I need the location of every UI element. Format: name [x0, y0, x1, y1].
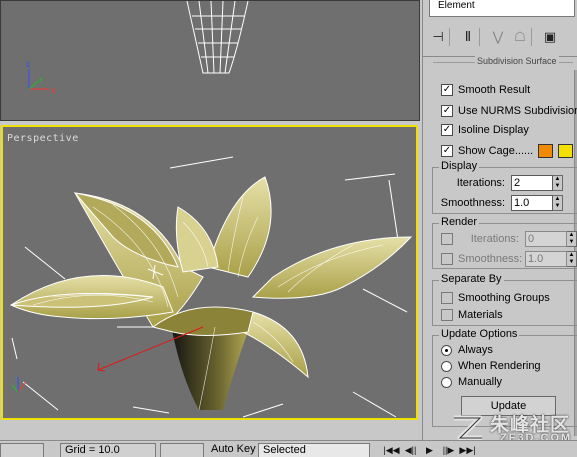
- render-group: Render Iterations: 0 ▲ ▼ Smoothness: 1.0 …: [432, 216, 577, 269]
- svg-text:y: y: [39, 75, 43, 83]
- checkbox[interactable]: [441, 309, 453, 321]
- top-viewport[interactable]: x z y: [0, 0, 420, 121]
- group-title: Display: [439, 160, 480, 172]
- next-frame-icon[interactable]: ||▶: [439, 444, 458, 457]
- materials-checkbox[interactable]: Materials: [441, 307, 503, 323]
- render-iterations-spinner[interactable]: Iterations: 0 ▲ ▼: [441, 231, 577, 247]
- spinner-field[interactable]: 2: [511, 175, 553, 191]
- remove-modifier-icon[interactable]: ☖: [509, 26, 531, 48]
- svg-text:z: z: [26, 60, 30, 69]
- manually-radio[interactable]: Manually: [441, 374, 502, 390]
- smooth-result-checkbox[interactable]: ✓ Smooth Result: [441, 82, 530, 98]
- render-iterations-checkbox[interactable]: [441, 233, 453, 245]
- group-title: Update Options: [439, 328, 520, 340]
- checkbox[interactable]: ✓: [441, 145, 453, 157]
- spinner-arrows[interactable]: ▲ ▼: [553, 195, 563, 211]
- status-bar: Grid = 10.0 Auto Key Selected |◀◀ ◀|| ▶ …: [0, 440, 577, 457]
- perspective-canvas: [9, 156, 413, 418]
- checkbox[interactable]: ✓: [441, 124, 453, 136]
- cage-color-swatch[interactable]: [538, 144, 554, 158]
- render-smoothness-spinner[interactable]: Smoothness: 1.0 ▲ ▼: [441, 251, 577, 267]
- key-filter-select[interactable]: Selected: [258, 443, 370, 457]
- display-group: Display Iterations: 2 ▲ ▼ Smoothness: 1.0…: [432, 160, 577, 214]
- spinner-field: 1.0: [525, 251, 567, 267]
- rollout-header[interactable]: Subdivision Surface: [433, 56, 573, 72]
- playback-controls: |◀◀ ◀|| ▶ ||▶ ▶▶|: [382, 444, 477, 457]
- modifier-stack-toolbar: ⊣ Ⅱ ⋁ ☖ ▣: [427, 25, 577, 49]
- max-window: x z y Perspective Element ⊣ Ⅱ ⋁ ☖ ▣ Subd…: [0, 0, 577, 457]
- checkbox[interactable]: ✓: [441, 84, 453, 96]
- list-item-element[interactable]: Element: [438, 0, 475, 11]
- make-unique-icon[interactable]: ⋁: [487, 26, 509, 48]
- go-to-start-icon[interactable]: |◀◀: [382, 444, 401, 457]
- spinner-arrows: ▲ ▼: [567, 251, 577, 267]
- sub-object-list[interactable]: Element: [429, 0, 575, 17]
- go-to-end-icon[interactable]: ▶▶|: [458, 444, 477, 457]
- use-nurms-checkbox[interactable]: ✓ Use NURMS Subdivision: [441, 103, 577, 119]
- configure-modifier-sets-icon[interactable]: ▣: [539, 26, 561, 48]
- toolbar-separator: [479, 28, 487, 46]
- show-end-result-icon[interactable]: Ⅱ: [457, 26, 479, 48]
- toolbar-separator: [449, 28, 457, 46]
- checkbox[interactable]: ✓: [441, 105, 453, 117]
- spinner-field[interactable]: 1.0: [511, 195, 553, 211]
- grid-readout: Grid = 10.0: [60, 443, 156, 457]
- when-rendering-radio[interactable]: When Rendering: [441, 358, 541, 374]
- group-title: Render: [439, 216, 480, 228]
- command-panel: Element ⊣ Ⅱ ⋁ ☖ ▣ Subdivision Surface ✓ …: [422, 0, 577, 440]
- radio-button[interactable]: [441, 344, 452, 356]
- play-icon[interactable]: ▶: [420, 444, 439, 457]
- radio-button[interactable]: [441, 360, 452, 372]
- cage-selection-color-swatch[interactable]: [558, 144, 574, 158]
- status-empty-field: [160, 443, 204, 457]
- spinner-arrows: ▲ ▼: [567, 231, 577, 247]
- spinner-field: 0: [525, 231, 567, 247]
- toolbar-separator: [531, 28, 539, 46]
- top-viewport-canvas: x z y: [26, 1, 249, 95]
- svg-text:x: x: [51, 86, 56, 95]
- previous-frame-icon[interactable]: ◀||: [401, 444, 420, 457]
- spinner-arrows[interactable]: ▲ ▼: [553, 175, 563, 191]
- perspective-viewport[interactable]: Perspective: [1, 125, 418, 420]
- always-radio[interactable]: Always: [441, 342, 493, 358]
- pin-stack-icon[interactable]: ⊣: [427, 26, 449, 48]
- auto-key-button[interactable]: Auto Key: [207, 443, 257, 457]
- smoothing-groups-checkbox[interactable]: Smoothing Groups: [441, 290, 550, 306]
- checkbox[interactable]: [441, 292, 453, 304]
- top-axis-gizmo: x z y: [26, 60, 56, 95]
- display-iterations-spinner[interactable]: Iterations: 2 ▲ ▼: [413, 175, 563, 191]
- isoline-display-checkbox[interactable]: ✓ Isoline Display: [441, 122, 529, 138]
- render-smoothness-checkbox[interactable]: [441, 253, 453, 265]
- radio-button[interactable]: [441, 376, 452, 388]
- separate-by-group: Separate By Smoothing Groups Materials: [432, 273, 577, 326]
- show-cage-checkbox[interactable]: ✓ Show Cage......: [441, 143, 574, 159]
- display-smoothness-spinner[interactable]: Smoothness: 1.0 ▲ ▼: [413, 195, 563, 211]
- group-title: Separate By: [439, 273, 504, 285]
- status-prompt-field: [0, 443, 44, 457]
